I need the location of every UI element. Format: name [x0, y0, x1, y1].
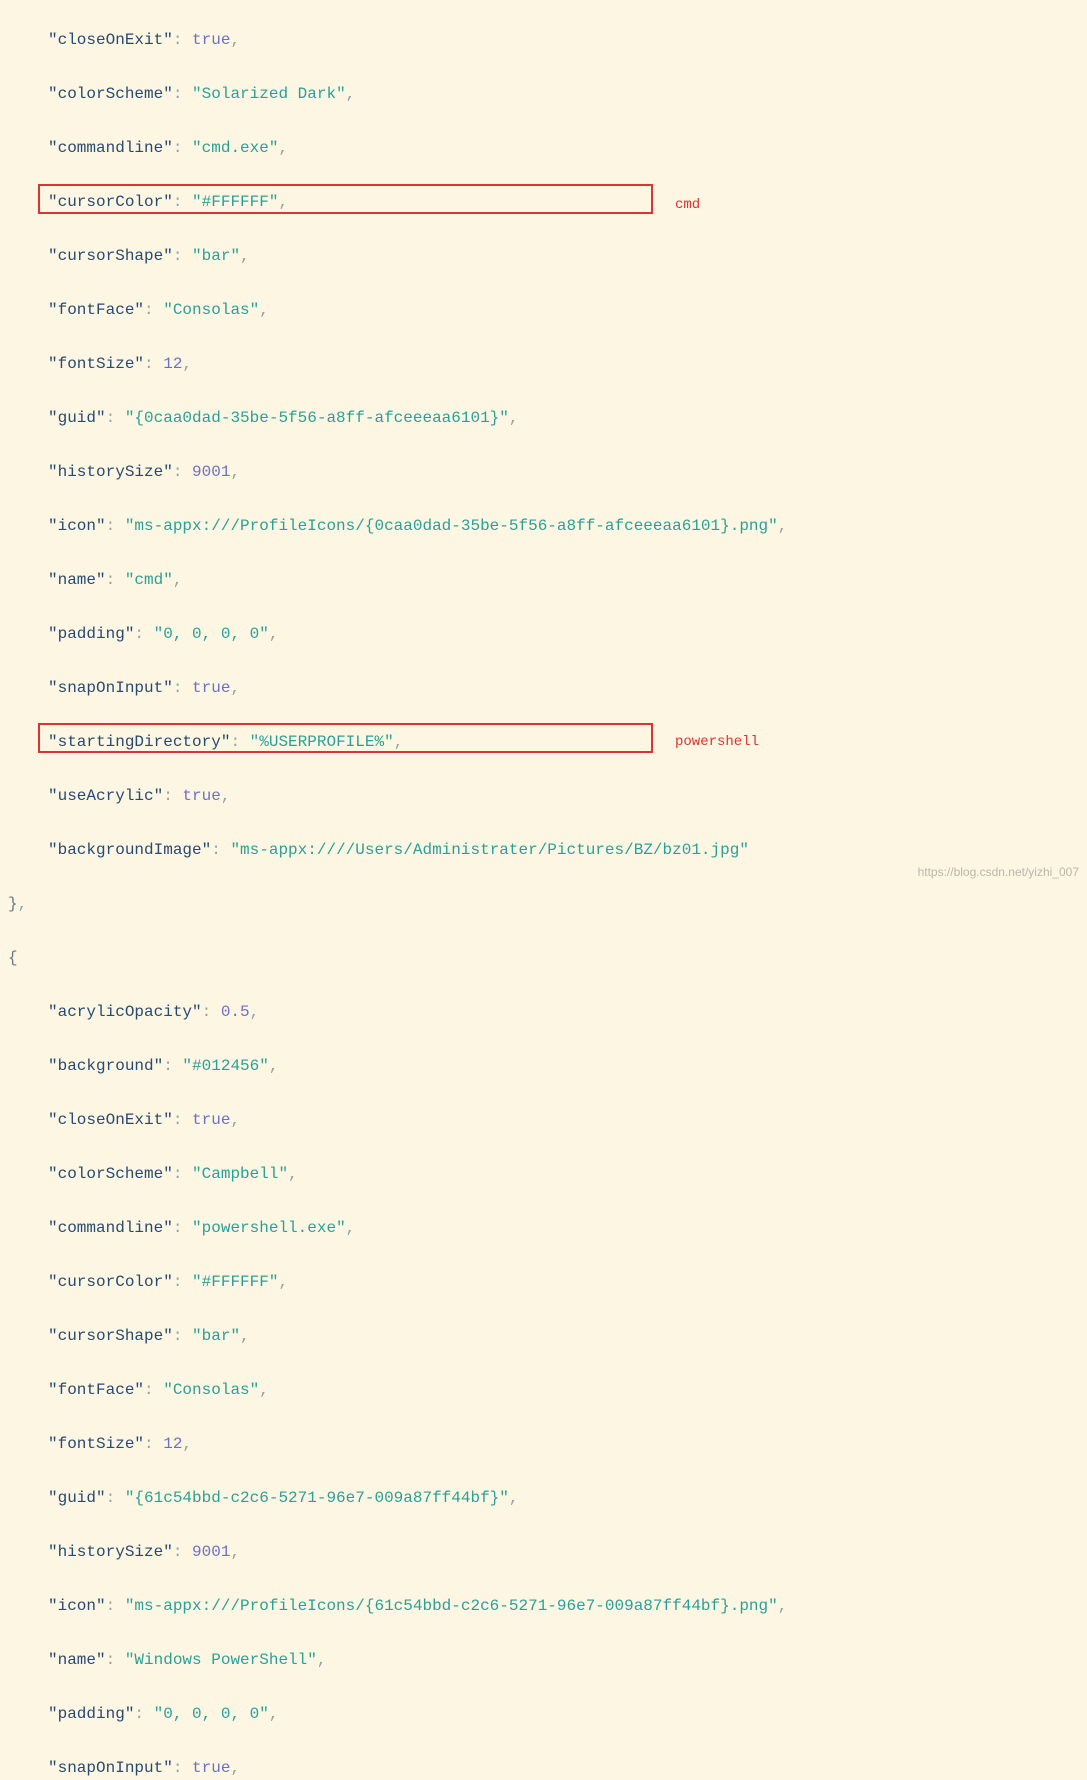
json-key: "guid": [48, 409, 106, 427]
json-key: "colorScheme": [48, 85, 173, 103]
json-value: 0.5: [221, 1003, 250, 1021]
json-value: "cmd.exe": [192, 139, 278, 157]
json-value: 12: [163, 355, 182, 373]
close-brace: }: [8, 895, 18, 913]
json-value: true: [192, 1759, 230, 1777]
json-key: "name": [48, 1651, 106, 1669]
json-key: "historySize": [48, 463, 173, 481]
json-value: true: [192, 31, 230, 49]
json-value: "0, 0, 0, 0": [154, 625, 269, 643]
json-key: "icon": [48, 1597, 106, 1615]
json-value: "#FFFFFF": [192, 1273, 278, 1291]
json-key: "cursorColor": [48, 193, 173, 211]
json-value-guid-powershell: "{61c54bbd-c2c6-5271-96e7-009a87ff44bf}": [125, 1489, 509, 1507]
json-value: true: [192, 679, 230, 697]
json-value: "cmd": [125, 571, 173, 589]
json-value: true: [182, 787, 220, 805]
json-value: 9001: [192, 463, 230, 481]
json-value: "#FFFFFF": [192, 193, 278, 211]
json-value: "Windows PowerShell": [125, 1651, 317, 1669]
json-value: "Solarized Dark": [192, 85, 346, 103]
json-key: "fontFace": [48, 301, 144, 319]
json-key: "backgroundImage": [48, 841, 211, 859]
json-value: "bar": [192, 247, 240, 265]
json-value: "ms-appx:////Users/Administrater/Picture…: [230, 841, 749, 859]
json-key: "guid": [48, 1489, 106, 1507]
json-value: "%USERPROFILE%": [250, 733, 394, 751]
json-value: "0, 0, 0, 0": [154, 1705, 269, 1723]
json-code-block: "closeOnExit": true, "colorScheme": "Sol…: [0, 0, 1087, 1780]
json-key: "background": [48, 1057, 163, 1075]
annotation-powershell: powershell: [675, 729, 759, 756]
json-value: "ms-appx:///ProfileIcons/{0caa0dad-35be-…: [125, 517, 778, 535]
json-value: 12: [163, 1435, 182, 1453]
json-value: "Campbell": [192, 1165, 288, 1183]
json-key: "fontSize": [48, 355, 144, 373]
watermark-text: https://blog.csdn.net/yizhi_007: [918, 859, 1079, 886]
json-key: "padding": [48, 625, 134, 643]
open-brace: {: [8, 949, 18, 967]
json-key: "snapOnInput": [48, 1759, 173, 1777]
json-key: "historySize": [48, 1543, 173, 1561]
json-key: "snapOnInput": [48, 679, 173, 697]
json-value: "ms-appx:///ProfileIcons/{61c54bbd-c2c6-…: [125, 1597, 778, 1615]
json-value: "Consolas": [163, 1381, 259, 1399]
json-key: "name": [48, 571, 106, 589]
json-value: 9001: [192, 1543, 230, 1561]
json-key: "cursorColor": [48, 1273, 173, 1291]
json-key: "useAcrylic": [48, 787, 163, 805]
json-key: "fontFace": [48, 1381, 144, 1399]
json-key: "closeOnExit": [48, 1111, 173, 1129]
json-key: "startingDirectory": [48, 733, 230, 751]
json-value: "#012456": [182, 1057, 268, 1075]
json-key: "icon": [48, 517, 106, 535]
json-key: "cursorShape": [48, 247, 173, 265]
json-value: "powershell.exe": [192, 1219, 346, 1237]
json-value: true: [192, 1111, 230, 1129]
json-key: "commandline": [48, 1219, 173, 1237]
json-value-guid-cmd: "{0caa0dad-35be-5f56-a8ff-afceeeaa6101}": [125, 409, 509, 427]
json-key: "fontSize": [48, 1435, 144, 1453]
json-key: "closeOnExit": [48, 31, 173, 49]
json-value: "Consolas": [163, 301, 259, 319]
json-key: "cursorShape": [48, 1327, 173, 1345]
annotation-cmd: cmd: [675, 192, 700, 219]
json-key: "colorScheme": [48, 1165, 173, 1183]
json-value: "bar": [192, 1327, 240, 1345]
json-key: "acrylicOpacity": [48, 1003, 202, 1021]
json-key: "padding": [48, 1705, 134, 1723]
json-key: "commandline": [48, 139, 173, 157]
